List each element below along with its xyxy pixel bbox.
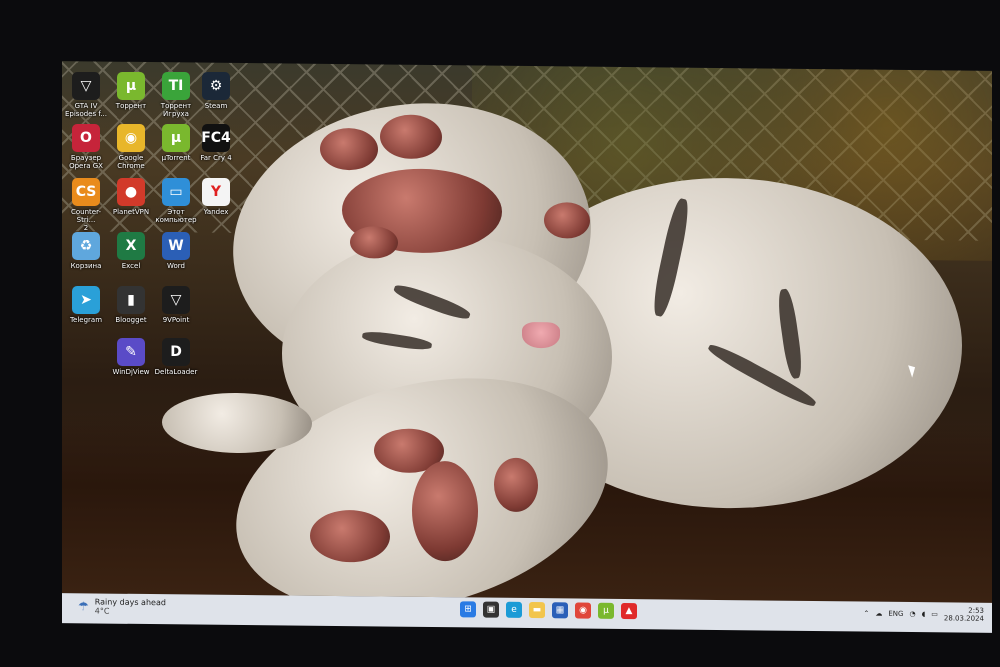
desktop-icon[interactable]: µ Торрент — [107, 72, 155, 110]
desktop-icon-label: PlanetVPN — [112, 208, 150, 216]
desktop-icon[interactable]: D DeltaLoader — [152, 338, 200, 376]
clock[interactable]: 2:53 28.03.2024 — [943, 606, 984, 623]
paw-pad — [350, 226, 398, 259]
desktop-icon-label: Торрент — [115, 102, 147, 110]
store-icon[interactable]: ▦ — [552, 602, 568, 619]
taskbar-apps: ⊞ ▣ e ▬ ▦ ◉ µ ▲ — [460, 601, 637, 620]
app-red-icon[interactable]: ▲ — [621, 602, 637, 620]
chrome-icon[interactable]: ◉ — [575, 602, 591, 619]
utorrent-icon: µ — [162, 124, 190, 152]
desktop-icon[interactable]: ▮ Bloogget — [107, 286, 155, 324]
desktop-icon[interactable]: Y Yandex — [192, 178, 240, 216]
windows-start-icon[interactable]: ⊞ — [460, 601, 476, 618]
desktop-icon-label: Counter-Stri... 2 — [70, 208, 102, 232]
telegram-icon: ➤ — [72, 286, 100, 314]
battery-icon[interactable]: ▭ — [931, 610, 938, 618]
paw-pad — [380, 114, 442, 160]
language-indicator[interactable]: ENG — [888, 610, 903, 618]
weather-widget[interactable]: ☂ Rainy days ahead 4°C — [78, 597, 166, 616]
weather-icon: ☂ — [78, 599, 89, 614]
farcry4-icon: FC4 — [201, 124, 231, 152]
opera-gx-icon: O — [72, 124, 100, 152]
desktop-icon-label: DeltaLoader — [154, 368, 198, 376]
utorrent-icon[interactable]: µ — [598, 602, 614, 619]
counter-strike-icon: CS — [72, 178, 100, 206]
yandex-icon: Y — [202, 178, 230, 206]
clock-date: 28.03.2024 — [943, 614, 984, 623]
desktop-icon[interactable]: FC4 Far Cry 4 — [192, 124, 240, 162]
task-view-icon[interactable]: ▣ — [483, 601, 499, 618]
desktop-icon-label: Telegram — [69, 316, 103, 324]
desktop-icon[interactable]: ♻ Корзина — [62, 232, 110, 270]
paw-pad — [310, 509, 390, 563]
desktop-icon-label: WinDjView — [112, 368, 150, 376]
tiger-nose — [522, 321, 560, 349]
desktop-icon-label: Steam — [204, 102, 228, 110]
desktop-icon[interactable]: W Word — [152, 232, 200, 270]
desktop-icon-label: Bloogget — [115, 316, 147, 324]
desktop-icon[interactable]: ✎ WinDjView — [107, 338, 155, 376]
desktop-icon-label: Word — [167, 262, 185, 270]
onedrive-icon[interactable]: ☁ — [875, 610, 882, 618]
desktop-icon-label: Браузер Opera GX — [69, 154, 103, 170]
paw-pad — [494, 457, 538, 513]
deltaloader-icon: D — [162, 338, 190, 366]
desktop-icon[interactable]: CS Counter-Stri... 2 — [62, 178, 110, 232]
desktop-icon-label: GTA IV Episodes f... — [65, 102, 107, 118]
edge-icon[interactable]: e — [506, 601, 522, 618]
planetvpn-icon: ● — [117, 178, 145, 206]
desktop-icon[interactable]: ● PlanetVPN — [107, 178, 155, 216]
paw-pad — [544, 202, 590, 239]
computer-icon: ▭ — [162, 178, 190, 206]
desktop-icon-label: Excel — [121, 262, 141, 270]
chevron-up-icon[interactable]: ⌃ — [864, 610, 870, 618]
bloogget-icon: ▮ — [117, 286, 145, 314]
desktop-icon[interactable]: ⚙ Steam — [192, 72, 240, 110]
gta-icon: ▽ — [72, 72, 100, 100]
desktop-icon[interactable]: ▽ 9VPoint — [152, 286, 200, 324]
steam-icon: ⚙ — [202, 72, 230, 100]
paw-pad — [320, 127, 378, 171]
chrome-icon: ◉ — [117, 124, 145, 152]
paw-main-pad — [412, 460, 478, 562]
desktop-icon-label: Google Chrome — [117, 154, 145, 170]
wifi-icon[interactable]: ◔ — [909, 610, 915, 618]
utorrent-icon: µ — [117, 72, 145, 100]
torrent-igruha-icon: TI — [162, 72, 190, 100]
desktop-icon[interactable]: ➤ Telegram — [62, 286, 110, 324]
vpoint-icon: ▽ — [162, 286, 190, 314]
desktop-icon[interactable]: ▽ GTA IV Episodes f... — [62, 72, 110, 118]
system-tray: ⌃ ☁ ENG ◔ ◖ ▭ 2:53 28.03.2024 — [864, 606, 985, 623]
windjview-icon: ✎ — [117, 338, 145, 366]
weather-temperature: 4°C — [94, 606, 110, 616]
recycle-bin-icon: ♻ — [72, 232, 100, 260]
desktop-icon[interactable]: ◉ Google Chrome — [107, 124, 155, 170]
volume-icon[interactable]: ◖ — [922, 610, 926, 618]
desktop-icon-label: Yandex — [203, 208, 229, 216]
desktop-icon-label: Far Cry 4 — [200, 154, 232, 162]
excel-icon: X — [117, 232, 145, 260]
file-explorer-icon[interactable]: ▬ — [529, 602, 545, 619]
desktop-icon[interactable]: O Браузер Opera GX — [62, 124, 110, 170]
word-icon: W — [162, 232, 190, 260]
desktop-icon-label: Корзина — [70, 262, 102, 270]
desktop-icon[interactable]: X Excel — [107, 232, 155, 270]
desktop-icon-label: 9VPoint — [162, 316, 190, 324]
